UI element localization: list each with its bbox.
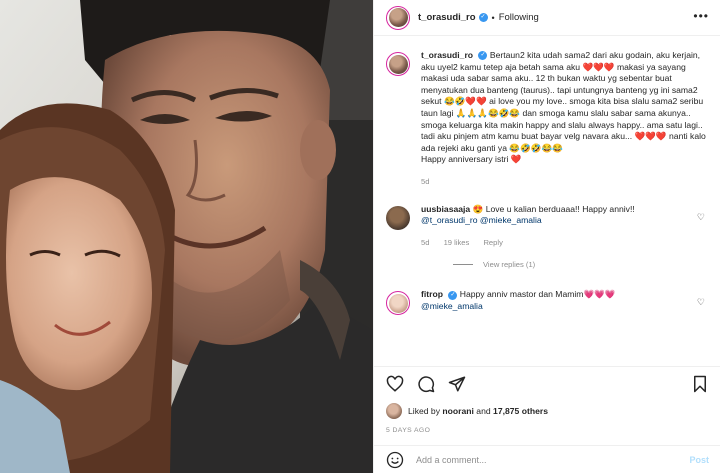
post-date[interactable]: 5 DAYS AGO <box>386 427 709 434</box>
heart-icon[interactable] <box>386 375 404 393</box>
comment-input[interactable] <box>416 454 690 465</box>
comment-emoji: 😍 <box>472 203 484 214</box>
likes-summary: Liked by noorani and 17,875 others <box>386 403 709 419</box>
caption-emoji-2: 😂🤣❤️❤️ <box>443 96 487 107</box>
comment-avatar[interactable] <box>386 205 410 230</box>
comments-section: t_orasudi_ro ✓ Bertaun2 kita udah sama2 … <box>374 36 720 366</box>
comment-time[interactable]: 5d <box>421 238 429 247</box>
caption-emoji-4: ❤️❤️❤️ <box>634 131 667 142</box>
comment-text: Love u kalian berduaaa!! Happy anniv!! <box>485 203 635 214</box>
following-button[interactable]: Following <box>499 12 539 23</box>
comment-verified-badge-icon: ✓ <box>448 290 458 300</box>
more-options-icon[interactable]: ••• <box>693 10 709 22</box>
bookmark-icon[interactable] <box>691 375 709 393</box>
comment-like-icon[interactable]: ♡ <box>697 297 705 308</box>
caption-avatar[interactable] <box>386 52 410 76</box>
caption-emoji-1: ❤️❤️❤️ <box>582 61 615 72</box>
comment-mention-1[interactable]: @t_orasudi_ro <box>421 215 478 225</box>
comment-item: fitrop ✓ Happy anniv mastor dan Mamim💗💗💗… <box>386 289 709 316</box>
likes-prefix: Liked by <box>408 406 443 416</box>
view-replies-button[interactable]: View replies (1) <box>453 260 709 269</box>
liker-avatar[interactable] <box>386 403 402 419</box>
comment-item: uusbiasaaja 😍 Love u kalian berduaaa!! H… <box>386 204 709 249</box>
comment-icon[interactable] <box>417 375 435 393</box>
add-comment-bar: Post <box>374 445 720 473</box>
caption-emoji-6: ❤️ <box>510 154 522 165</box>
post-actions: Liked by noorani and 17,875 others 5 DAY… <box>374 366 720 438</box>
view-replies-label: View replies (1) <box>483 260 536 270</box>
post-header: t_orasudi_ro ✓ • Following ••• <box>374 0 720 36</box>
comment-emoji: 💗💗💗 <box>583 289 616 300</box>
likes-count[interactable]: 17,875 others <box>493 406 548 416</box>
likes-middle: and <box>473 406 494 416</box>
comment-mention[interactable]: @mieke_amalia <box>421 301 483 311</box>
comment-like-icon[interactable]: ♡ <box>697 212 705 223</box>
caption-username[interactable]: t_orasudi_ro <box>421 50 473 60</box>
author-avatar[interactable] <box>386 5 410 30</box>
comment-mention-2[interactable]: @mieke_amalia <box>480 215 542 225</box>
caption: t_orasudi_ro ✓ Bertaun2 kita udah sama2 … <box>386 50 709 188</box>
comment-username[interactable]: fitrop <box>421 289 443 299</box>
comment-reply-button[interactable]: Reply <box>483 238 502 247</box>
caption-emoji-5: 😂🤣🤣😂😂 <box>509 142 563 153</box>
emoji-icon[interactable] <box>386 451 404 469</box>
post-side-panel: t_orasudi_ro ✓ • Following ••• t_orasudi… <box>373 0 720 473</box>
comment-text: Happy anniv mastor dan Mamim <box>459 289 584 300</box>
liker-username[interactable]: noorani <box>442 406 474 416</box>
author-username[interactable]: t_orasudi_ro <box>418 12 476 23</box>
verified-badge-icon: ✓ <box>478 13 488 22</box>
separator-dot: • <box>491 12 495 23</box>
caption-time[interactable]: 5d <box>421 177 429 186</box>
photo-image <box>0 0 373 473</box>
share-icon[interactable] <box>448 375 466 393</box>
comment-likes[interactable]: 19 likes <box>444 238 470 247</box>
comment-avatar[interactable] <box>386 291 410 316</box>
replies-line <box>453 264 473 266</box>
caption-text-6: Happy anniversary istri <box>421 154 511 165</box>
post-photo[interactable] <box>0 0 373 473</box>
post-comment-button[interactable]: Post <box>689 455 709 465</box>
comment-username[interactable]: uusbiasaaja <box>421 204 470 214</box>
caption-emoji-3: 🙏🙏🙏😂🤣😂 <box>455 107 521 118</box>
